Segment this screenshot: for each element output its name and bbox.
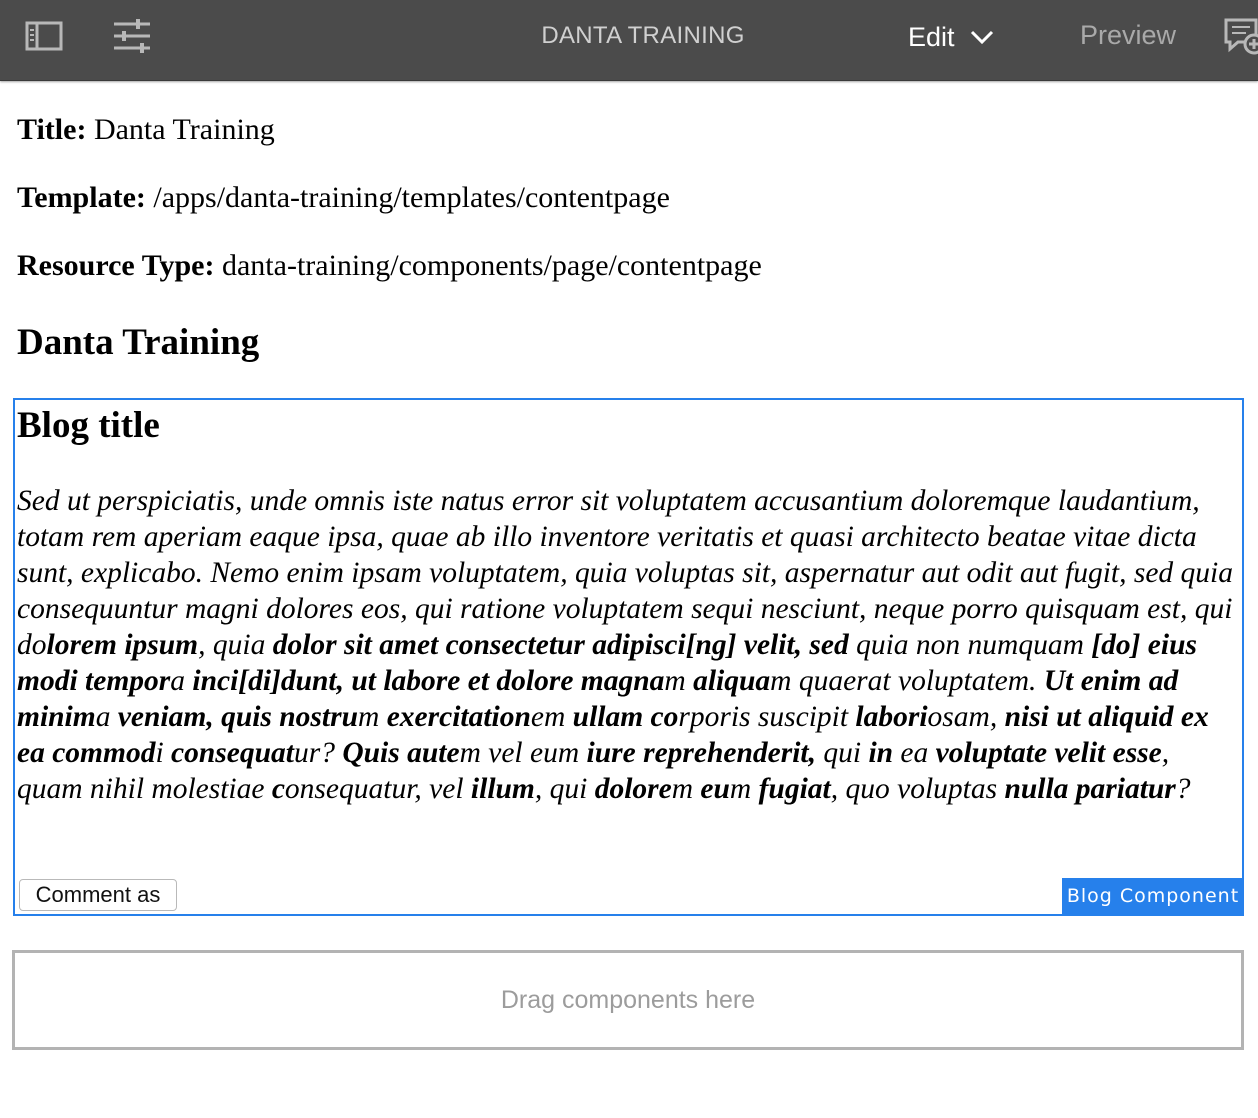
- blog-body-segment: , qui: [534, 773, 595, 805]
- blog-title: Blog title: [17, 405, 160, 446]
- blog-body-segment: qui: [815, 737, 869, 769]
- blog-body-segment: a: [95, 701, 118, 733]
- template-property-value: /apps/danta-training/templates/contentpa…: [153, 181, 670, 214]
- preview-button[interactable]: Preview: [1080, 20, 1176, 51]
- blog-body-segment: m: [358, 701, 387, 733]
- blog-body-bold-segment: c: [271, 773, 285, 805]
- title-property: Title: Danta Training: [17, 113, 275, 147]
- blog-body-bold-segment: voluptate velit esse: [935, 737, 1162, 769]
- blog-body-segment: i: [155, 737, 172, 769]
- blog-body-segment: quia non numquam: [848, 629, 1092, 661]
- blog-body-bold-segment: ullam co: [572, 701, 679, 733]
- comment-as-button[interactable]: Comment as: [19, 879, 177, 911]
- blog-body-segment: , quo voluptas: [830, 773, 1005, 805]
- blog-body-bold-segment: consequat: [171, 737, 294, 769]
- title-property-label: Title:: [17, 113, 87, 146]
- editor-toolbar: DANTA TRAINING Edit Preview: [0, 0, 1258, 81]
- blog-body-segment: ea: [893, 737, 936, 769]
- blog-body-bold-segment: labori: [855, 701, 928, 733]
- chevron-down-icon: [970, 30, 993, 45]
- blog-body-segment: [78, 665, 85, 697]
- blog-body-bold-segment: illum: [470, 773, 535, 805]
- blog-body-text: Sed ut perspiciatis, unde omnis iste nat…: [17, 483, 1237, 807]
- page-properties-icon[interactable]: [112, 16, 152, 56]
- blog-component[interactable]: Blog title Sed ut perspiciatis, unde omn…: [13, 398, 1244, 916]
- blog-body-bold-segment: dolore: [594, 773, 672, 805]
- blog-body-segment: m: [671, 773, 701, 805]
- mode-selector-edit[interactable]: Edit: [908, 19, 995, 55]
- blog-body-bold-segment: in: [868, 737, 894, 769]
- blog-body-bold-segment: iure reprehenderit,: [586, 737, 816, 769]
- page-heading: Danta Training: [17, 322, 260, 363]
- side-panel-icon[interactable]: [24, 16, 64, 56]
- blog-body-bold-segment: eu: [700, 773, 730, 805]
- blog-body-segment: osam,: [927, 701, 1005, 733]
- blog-body-segment: m vel eum: [459, 737, 587, 769]
- template-property-label: Template:: [17, 181, 146, 214]
- resource-type-property: Resource Type: danta-training/components…: [17, 249, 762, 283]
- template-property: Template: /apps/danta-training/templates…: [17, 181, 670, 215]
- mode-label: Edit: [908, 21, 955, 52]
- title-property-value: Danta Training: [93, 113, 275, 146]
- blog-body-bold-segment: Quis aute: [342, 737, 460, 769]
- blog-body-bold-segment: fugiat: [758, 773, 831, 805]
- blog-body-segment: a: [170, 665, 193, 697]
- blog-body-bold-segment: nulla pariatur: [1004, 773, 1176, 805]
- blog-body-bold-segment: dolor sit amet consectetur adipisci[ng] …: [272, 629, 849, 661]
- blog-body-segment: ?: [1175, 773, 1191, 805]
- blog-body-segment: m quaerat voluptatem.: [770, 665, 1044, 697]
- blog-body-bold-segment: exercitation: [386, 701, 531, 733]
- blog-body-bold-segment: veniam, quis nostru: [117, 701, 358, 733]
- blog-body-segment: onsequatur, vel: [284, 773, 471, 805]
- blog-component-badge[interactable]: Blog Component: [1062, 878, 1244, 914]
- blog-body-segment: ur?: [293, 737, 343, 769]
- blog-body-bold-segment: aliqua: [693, 665, 771, 697]
- blog-body-bold-segment: lorem ipsum: [46, 629, 199, 661]
- blog-body-segment: m: [664, 665, 694, 697]
- blog-body-segment: m: [729, 773, 759, 805]
- resource-type-property-value: danta-training/components/page/contentpa…: [221, 249, 762, 282]
- blog-body-bold-segment: tempor: [85, 665, 171, 697]
- blog-body-bold-segment: inci[di]dunt, ut labore et dolore magna: [192, 665, 665, 697]
- blog-body-segment: , quia: [198, 629, 273, 661]
- blog-body-segment: em: [530, 701, 573, 733]
- page-title: DANTA TRAINING: [541, 22, 745, 49]
- annotations-icon[interactable]: [1222, 14, 1258, 58]
- resource-type-property-label: Resource Type:: [17, 249, 215, 282]
- blog-body-segment: rporis suscipit: [678, 701, 856, 733]
- drag-components-dropzone[interactable]: Drag components here: [12, 950, 1244, 1050]
